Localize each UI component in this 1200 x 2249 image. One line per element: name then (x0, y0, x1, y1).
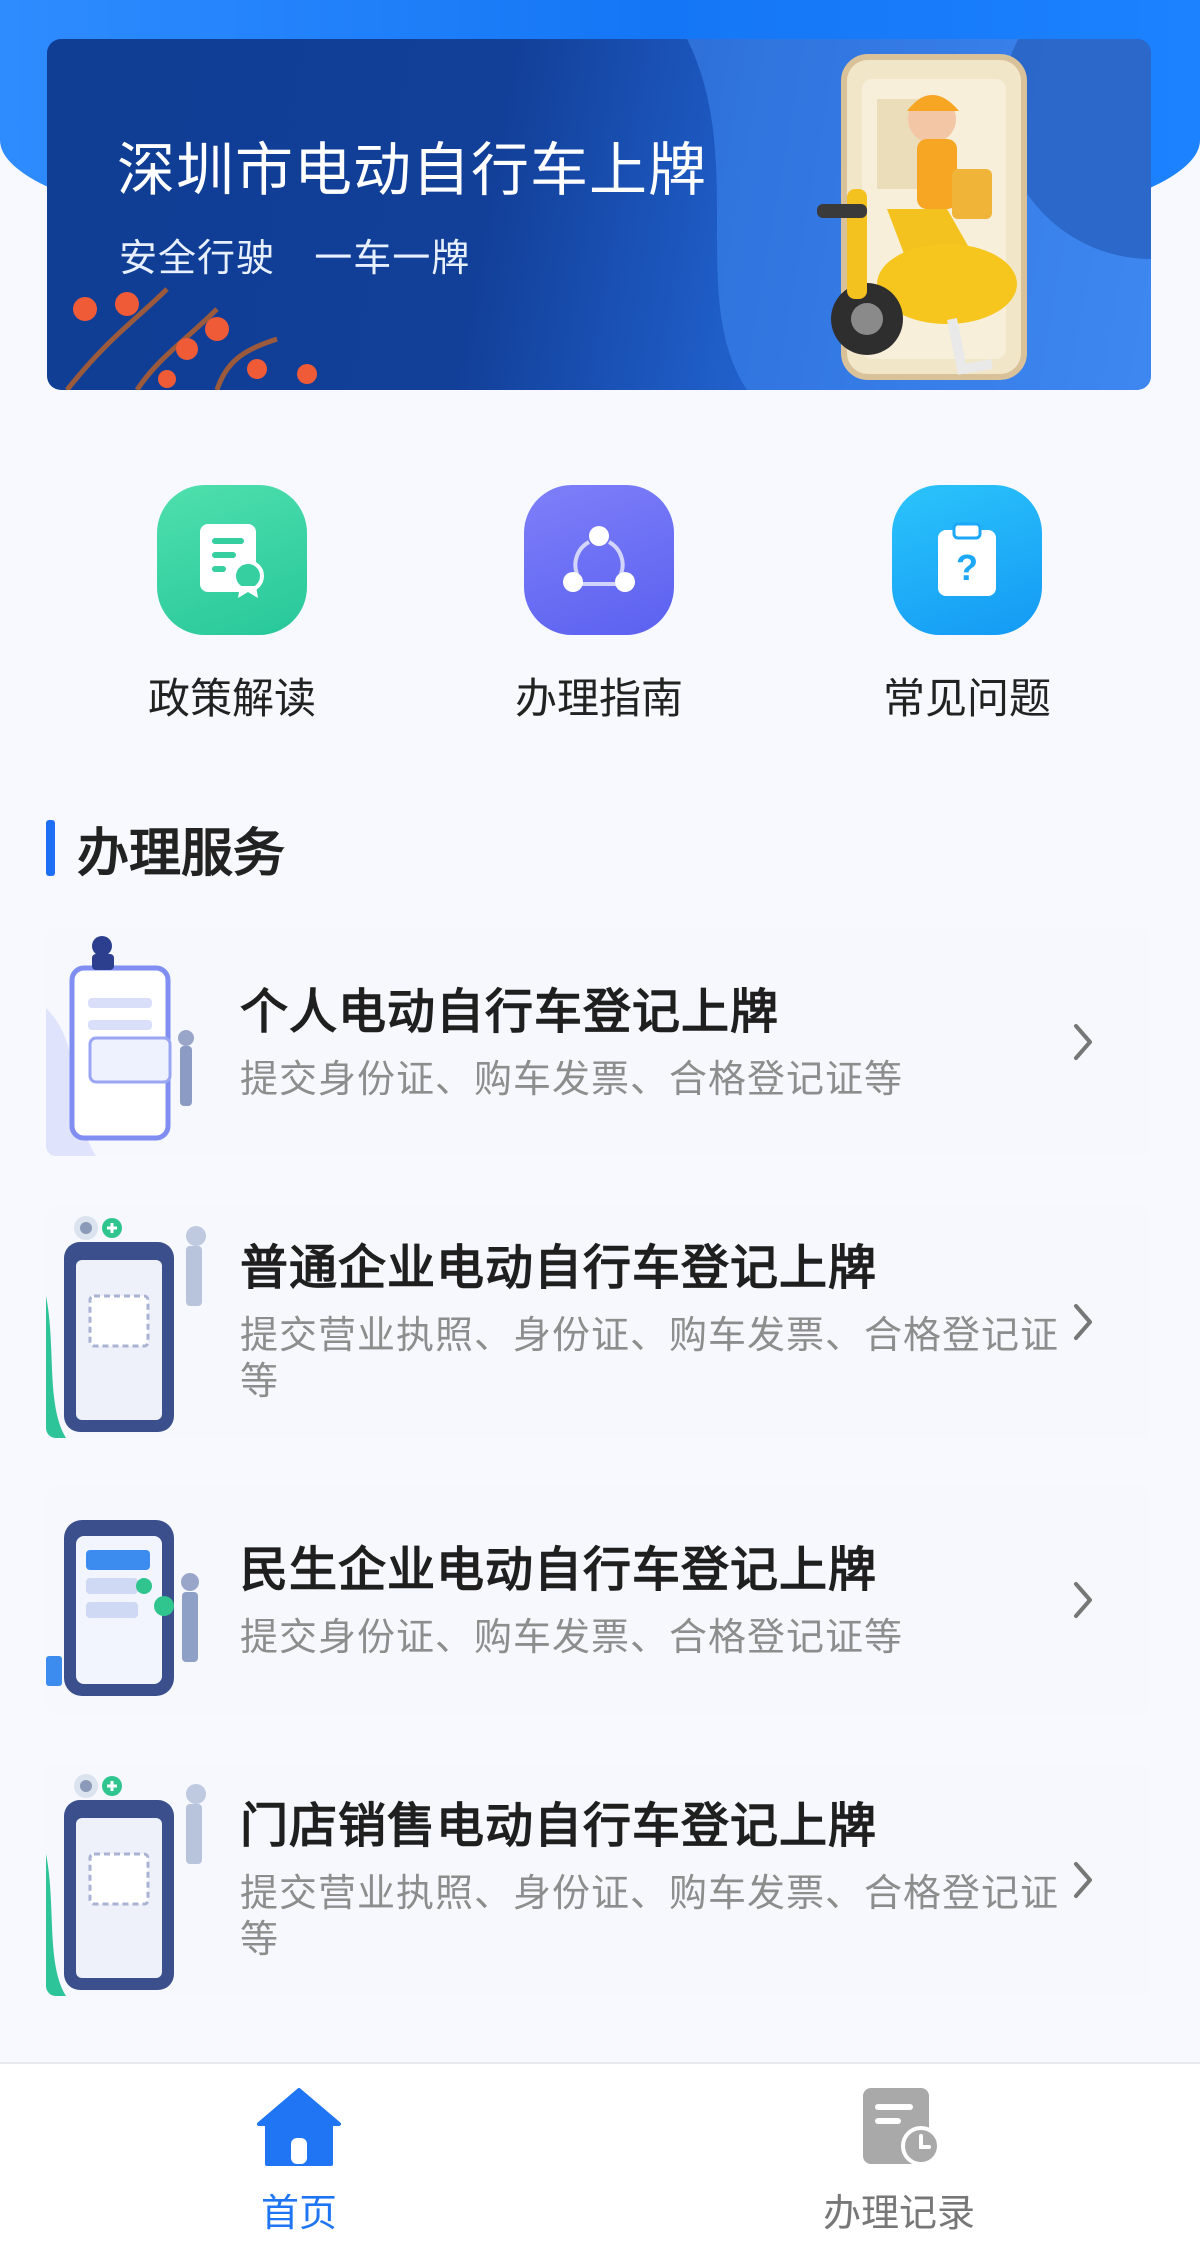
svg-text:?: ? (956, 547, 978, 588)
section-title: 办理服务 (77, 823, 286, 884)
chevron-right-icon (1074, 1582, 1092, 1618)
quick-link-guide-label: 办理指南 (514, 674, 683, 723)
service-title: 门店销售电动自行车登记上牌 (240, 1798, 878, 1854)
bottom-tab-bar: 首页 办理记录 (0, 2062, 1200, 2249)
service-desc: 提交营业执照、身份证、购车发票、合格登记证等 (240, 1871, 1060, 1961)
home-icon (257, 2088, 341, 2166)
quick-link-faq-label: 常见问题 (882, 674, 1051, 723)
service-card-store[interactable]: 门店销售电动自行车登记上牌 提交营业执照、身份证、购车发票、合格登记证等 (46, 1764, 1150, 1996)
service-title: 普通企业电动自行车登记上牌 (240, 1240, 878, 1296)
tab-records-label: 办理记录 (822, 2191, 975, 2235)
service-card-livelihood[interactable]: 民生企业电动自行车登记上牌 提交身份证、购车发票、合格登记证等 (46, 1486, 1150, 1714)
service-card-personal[interactable]: 个人电动自行车登记上牌 提交身份证、购车发票、合格登记证等 (46, 928, 1150, 1156)
banner-illustration (65, 39, 1151, 390)
share-nodes-icon (524, 485, 674, 635)
store-registration-illustration (46, 1774, 206, 1996)
records-clock-icon (863, 2088, 941, 2166)
tab-home-label: 首页 (260, 2191, 337, 2235)
banner-title: 深圳市电动自行车上牌 (117, 136, 708, 204)
chevron-right-icon (1074, 1862, 1092, 1898)
tab-records[interactable]: 办理记录 (749, 2084, 1049, 2237)
livelihood-registration-illustration (46, 1520, 199, 1696)
chevron-right-icon (1074, 1024, 1092, 1060)
enterprise-registration-illustration (46, 1216, 206, 1438)
service-desc: 提交身份证、购车发票、合格登记证等 (240, 1615, 904, 1659)
promo-banner[interactable]: 深圳市电动自行车上牌 安全行驶 一车一牌 (47, 39, 1151, 390)
service-card-enterprise[interactable]: 普通企业电动自行车登记上牌 提交营业执照、身份证、购车发票、合格登记证等 (46, 1206, 1150, 1438)
quick-link-faq[interactable]: ? 常见问题 (837, 485, 1097, 726)
personal-registration-illustration (46, 936, 194, 1156)
quick-link-guide[interactable]: 办理指南 (469, 485, 729, 726)
service-desc: 提交身份证、购车发票、合格登记证等 (240, 1057, 904, 1101)
section-header: 办理服务 (46, 816, 285, 884)
service-title: 个人电动自行车登记上牌 (240, 984, 780, 1040)
section-accent-bar (46, 820, 55, 876)
certificate-document-icon (157, 485, 307, 635)
question-clipboard-icon: ? (892, 485, 1042, 635)
tab-home[interactable]: 首页 (149, 2084, 449, 2237)
service-desc: 提交营业执照、身份证、购车发票、合格登记证等 (240, 1313, 1060, 1403)
banner-subtitle: 安全行驶 一车一牌 (119, 236, 471, 280)
service-title: 民生企业电动自行车登记上牌 (240, 1542, 878, 1598)
chevron-right-icon (1074, 1304, 1092, 1340)
quick-link-policy-label: 政策解读 (147, 674, 316, 723)
quick-link-policy[interactable]: 政策解读 (102, 485, 362, 726)
